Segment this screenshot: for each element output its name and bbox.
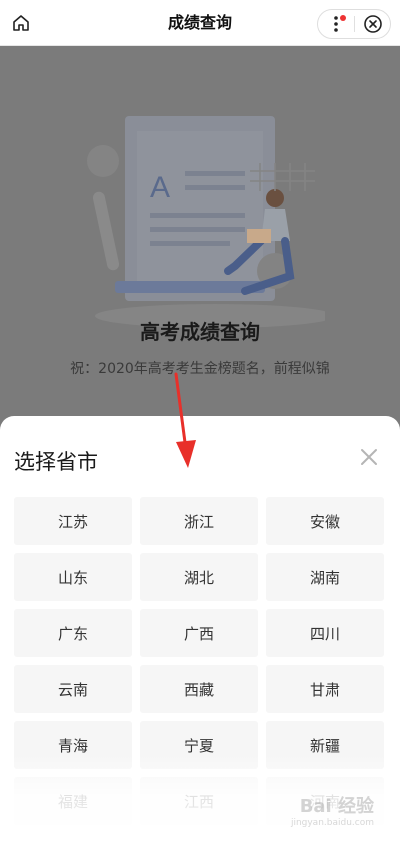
red-arrow-annotation xyxy=(174,372,196,468)
exit-button[interactable] xyxy=(355,10,391,38)
province-button-guangxi[interactable]: 广西 xyxy=(140,609,258,657)
province-button-xizang[interactable]: 西藏 xyxy=(140,665,258,713)
province-button-hunan[interactable]: 湖南 xyxy=(266,553,384,601)
province-grid: 江苏 浙江 安徽 山东 湖北 湖南 广东 广西 四川 云南 西藏 甘肃 青海 宁… xyxy=(14,497,384,825)
province-button-xinjiang[interactable]: 新疆 xyxy=(266,721,384,769)
province-button-guangdong[interactable]: 广东 xyxy=(14,609,132,657)
close-icon xyxy=(361,449,377,465)
more-dots-icon xyxy=(334,16,338,32)
illustration-letter: A xyxy=(150,171,170,204)
province-button-shandong[interactable]: 山东 xyxy=(14,553,132,601)
home-button[interactable] xyxy=(8,10,34,36)
more-button[interactable] xyxy=(318,10,354,38)
province-picker-sheet: 选择省市 江苏 浙江 安徽 山东 湖北 湖南 广东 广西 四川 云南 西藏 甘肃… xyxy=(0,416,400,844)
province-button-ningxia[interactable]: 宁夏 xyxy=(140,721,258,769)
province-button-qinghai[interactable]: 青海 xyxy=(14,721,132,769)
province-button-jiangsu[interactable]: 江苏 xyxy=(14,497,132,545)
sheet-title: 选择省市 xyxy=(14,450,98,474)
province-button-anhui[interactable]: 安徽 xyxy=(266,497,384,545)
province-button-fujian[interactable]: 福建 xyxy=(14,777,132,825)
province-button-henan[interactable]: 河南 xyxy=(266,777,384,825)
province-button-yunnan[interactable]: 云南 xyxy=(14,665,132,713)
top-navbar: 成绩查询 xyxy=(0,0,400,46)
mini-program-capsule xyxy=(317,9,391,39)
home-icon xyxy=(13,15,29,31)
exam-illustration: A xyxy=(87,116,325,328)
province-button-hubei[interactable]: 湖北 xyxy=(140,553,258,601)
province-button-zhejiang[interactable]: 浙江 xyxy=(140,497,258,545)
province-button-jiangxi[interactable]: 江西 xyxy=(140,777,258,825)
province-button-sichuan[interactable]: 四川 xyxy=(266,609,384,657)
sheet-close-button[interactable] xyxy=(358,446,380,468)
hero-title: 高考成绩查询 xyxy=(140,320,260,344)
close-circle-icon xyxy=(364,15,382,33)
notification-badge xyxy=(340,15,346,21)
province-button-gansu[interactable]: 甘肃 xyxy=(266,665,384,713)
